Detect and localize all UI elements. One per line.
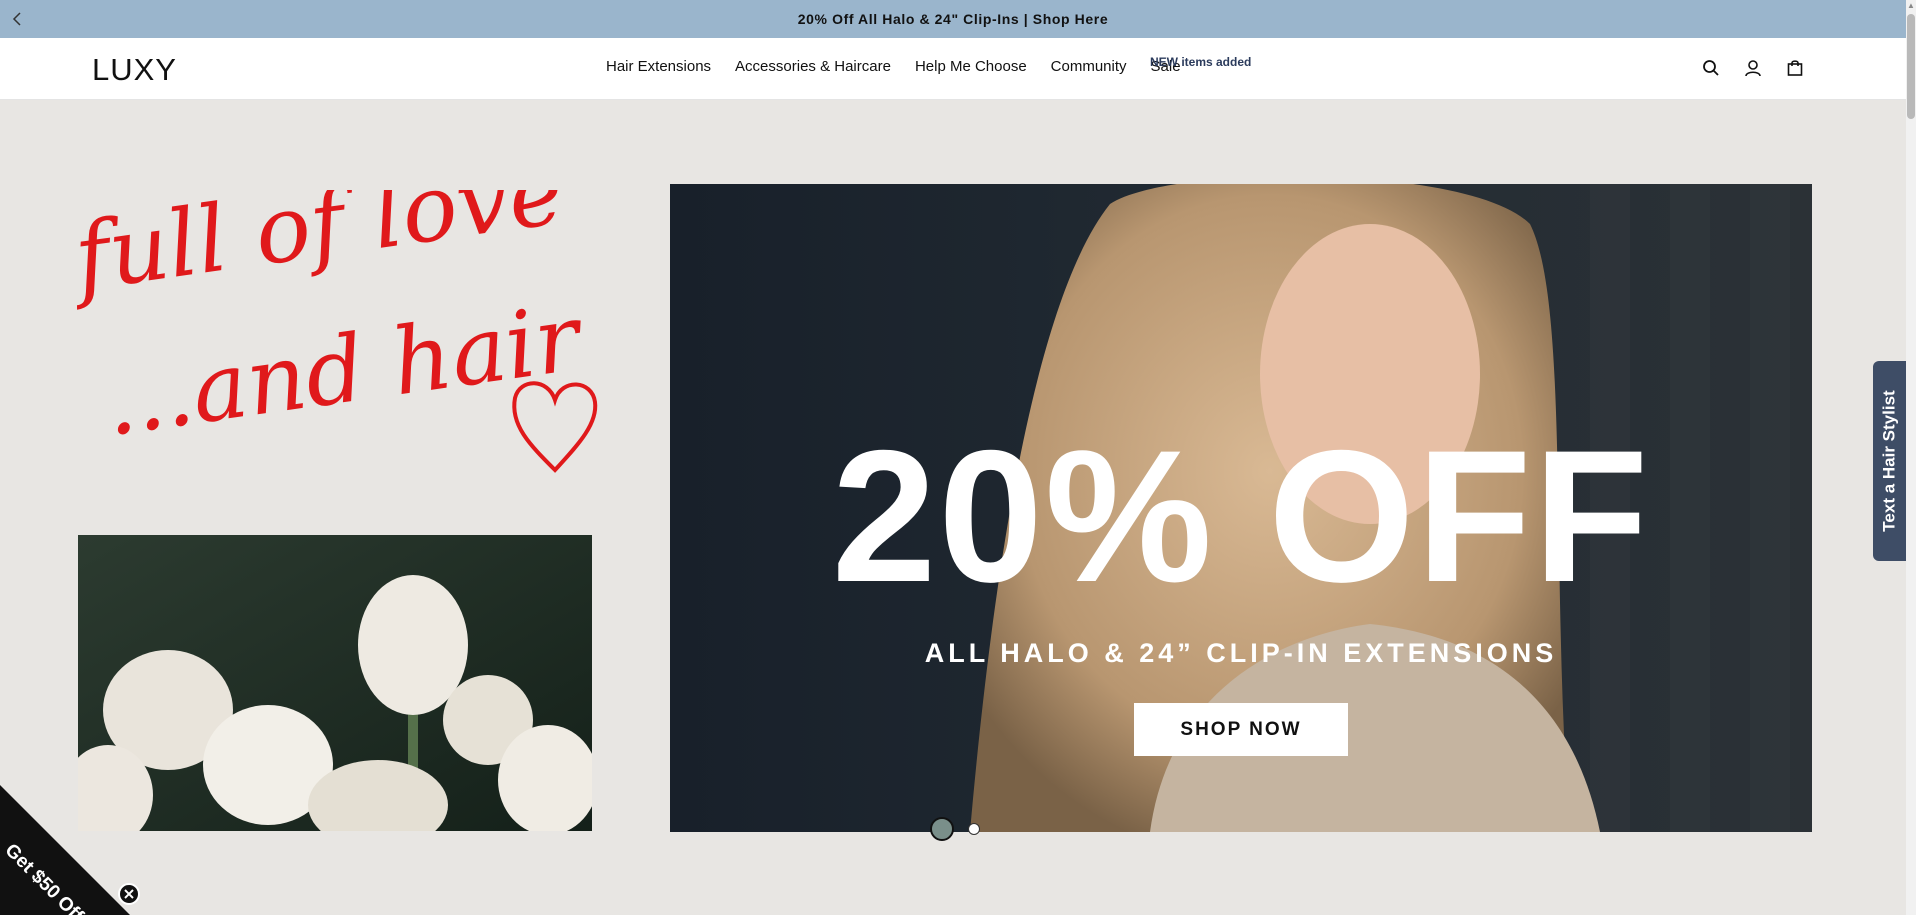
cart-icon[interactable] [1784,57,1806,79]
announcement-prev-button[interactable] [8,10,26,28]
nav-hair-extensions[interactable]: Hair Extensions [606,58,711,75]
tulip-image [78,535,592,831]
announcement-text[interactable]: 20% Off All Halo & 24" Clip-Ins | Shop H… [798,11,1108,27]
script-artwork: full of love ...and hair [62,190,598,473]
hero-subtitle: ALL HALO & 24” CLIP-IN EXTENSIONS [924,638,1558,668]
header-icons [1700,57,1806,79]
account-icon[interactable] [1742,57,1764,79]
nav-accessories-haircare[interactable]: Accessories & Haircare [735,58,891,75]
scrollbar-thumb[interactable] [1907,14,1915,119]
carousel-dot-1[interactable] [930,817,954,841]
chevron-left-icon [12,12,21,26]
carousel-dots [930,817,980,841]
search-icon[interactable] [1700,57,1722,79]
script-line-love: full of love [62,190,569,313]
carousel-dot-2[interactable] [968,823,980,835]
site-header: LUXY Hair Extensions Accessories & Hairc… [0,38,1906,100]
discount-corner-badge[interactable]: Get $50 Off [0,785,130,915]
shop-now-button[interactable]: SHOP NOW [1134,703,1348,756]
script-line-hair: ...and hair [98,284,591,457]
main-nav: Hair Extensions Accessories & Haircare H… [606,58,1181,75]
new-items-badge: NEW items added [1150,55,1252,69]
announcement-bar[interactable]: 20% Off All Halo & 24" Clip-Ins | Shop H… [0,0,1906,38]
close-icon[interactable] [118,883,140,905]
text-hair-stylist-tab[interactable]: Text a Hair Stylist [1873,361,1906,561]
nav-community[interactable]: Community [1051,58,1127,75]
nav-help-me-choose[interactable]: Help Me Choose [915,58,1027,75]
hero-title: 20% OFF [831,411,1651,621]
logo[interactable]: LUXY [92,52,177,88]
text-hair-stylist-label: Text a Hair Stylist [1879,390,1899,532]
scrollbar-track[interactable] [1906,0,1916,915]
hero-banner[interactable]: 20% OFF ALL HALO & 24” CLIP-IN EXTENSION… [670,184,1812,832]
scroll-up-arrow-icon[interactable]: ▲ [1906,0,1916,12]
